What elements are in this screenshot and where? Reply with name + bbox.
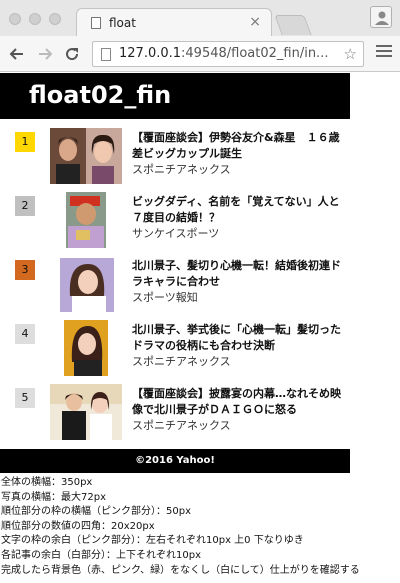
reload-button[interactable] — [61, 43, 83, 65]
tab-close-icon[interactable]: × — [249, 14, 261, 30]
news-headline[interactable]: 北川景子、挙式後に「心機一転」髪切った ドラマの役柄にも合わせ決断 — [132, 322, 352, 354]
news-source: スポニチアネックス — [132, 163, 231, 176]
note-line: 完成したら背景色（赤、ピンク、緑）をなくし（白にして）仕上がりを確認する — [1, 564, 360, 576]
rank-column: 4 — [0, 317, 50, 381]
back-button[interactable] — [6, 43, 28, 65]
browser-tab-strip: float × — [0, 0, 400, 36]
url-text: 127.0.0.1:49548/float02_fin/in... — [119, 46, 334, 61]
news-headline[interactable]: 【覆面座談会】伊勢谷友介&森星 １６歳差ビッグカップル誕生 — [132, 130, 342, 162]
news-source: スポニチアネックス — [132, 419, 231, 432]
note-line: 全体の横幅：350px — [1, 477, 93, 488]
site-title: float02_fin — [29, 81, 172, 109]
rank-badge: 2 — [15, 196, 35, 216]
man-photo-icon — [50, 192, 122, 248]
news-source: サンケイスポーツ — [132, 227, 220, 240]
news-thumbnail[interactable] — [50, 256, 122, 312]
url-path: :49548/float02_fin/in... — [181, 46, 329, 61]
site-header: float02_fin — [0, 73, 350, 119]
note-line: 写真の横幅：最大72px — [1, 491, 106, 503]
note-line: 順位部分の枠の横幅（ピンク部分）：50px — [1, 506, 191, 518]
woman-photo-icon — [50, 320, 122, 376]
profile-button[interactable] — [370, 6, 392, 28]
window-close-button[interactable] — [9, 13, 21, 25]
address-bar[interactable]: 127.0.0.1:49548/float02_fin/in... ☆ — [92, 41, 364, 67]
news-ranking-list: 1 【覆面座談会】伊勢谷友介&森星 １６歳差ビッグカップル誕生 スポニチアネック… — [0, 119, 352, 445]
spec-notes: 全体の横幅：350px 写真の横幅：最大72px 順位部分の枠の横幅（ピンク部分… — [0, 473, 400, 578]
rank-column: 5 — [0, 381, 50, 445]
rank-column: 1 — [0, 125, 50, 189]
news-thumbnail[interactable] — [50, 384, 122, 440]
couple-photo-icon — [50, 384, 122, 440]
new-tab-button[interactable] — [274, 15, 312, 35]
note-line: 文字の枠の余白（ピンク部分）：左右それぞれ10px 上0 下なりゆき — [1, 535, 304, 547]
news-item[interactable]: 4 北川景子、挙式後に「心機一転」髪切った ドラマの役柄にも合わせ決断 スポニチ… — [0, 317, 352, 381]
rank-column: 2 — [0, 189, 50, 253]
page-icon — [101, 48, 111, 61]
couple-photo-icon — [50, 128, 122, 184]
arrow-right-icon — [39, 48, 53, 60]
news-text: ビッグダディ、名前を「覚えてない」人と７度目の結婚！？ サンケイスポーツ — [132, 194, 342, 242]
news-thumbnail[interactable] — [50, 320, 122, 376]
news-text: 【覆面座談会】披露宴の内幕…なれそめ映像で北川景子がＤＡＩＧＯに怒る スポニチア… — [132, 386, 342, 434]
url-host: 127.0.0.1 — [119, 46, 182, 61]
browser-tab[interactable]: float × — [76, 8, 272, 36]
arrow-left-icon — [9, 48, 23, 60]
page-content: float02_fin 1 【覆面座談会】伊勢谷友介&森星 １６歳差ビッグカップ… — [0, 73, 400, 578]
news-item[interactable]: 5 【覆面座談会】披露宴の内幕…なれそめ映像で北川景子がＤＡＩＧＯに怒る スポニ… — [0, 381, 350, 445]
news-source: スポニチアネックス — [132, 355, 231, 368]
site-footer: ©2016 Yahoo! — [0, 449, 350, 473]
news-headline[interactable]: 【覆面座談会】披露宴の内幕…なれそめ映像で北川景子がＤＡＩＧＯに怒る — [132, 386, 342, 418]
news-text: 【覆面座談会】伊勢谷友介&森星 １６歳差ビッグカップル誕生 スポニチアネックス — [132, 130, 342, 178]
bookmark-star-icon[interactable]: ☆ — [344, 45, 357, 63]
news-headline[interactable]: ビッグダディ、名前を「覚えてない」人と７度目の結婚！？ — [132, 194, 342, 226]
news-text: 北川景子、挙式後に「心機一転」髪切った ドラマの役柄にも合わせ決断 スポニチアネ… — [132, 322, 352, 370]
window-zoom-button[interactable] — [49, 13, 61, 25]
news-thumbnail[interactable] — [50, 192, 122, 248]
forward-button[interactable] — [34, 43, 56, 65]
person-icon — [375, 11, 389, 25]
rank-badge: 3 — [15, 260, 35, 280]
rank-badge: 1 — [15, 132, 35, 152]
rank-column: 3 — [0, 253, 50, 317]
note-line: 各記事の余白（白部分）：上下それぞれ10px — [1, 549, 201, 561]
news-text: 北川景子、髪切り心機一転！結婚後初連ドラキャラに合わせ スポーツ報知 — [132, 258, 342, 306]
news-item[interactable]: 1 【覆面座談会】伊勢谷友介&森星 １６歳差ビッグカップル誕生 スポニチアネック… — [0, 125, 350, 189]
browser-menu-button[interactable] — [376, 45, 392, 61]
rank-badge: 4 — [15, 324, 35, 344]
page-icon — [91, 17, 101, 29]
news-headline[interactable]: 北川景子、髪切り心機一転！結婚後初連ドラキャラに合わせ — [132, 258, 342, 290]
window-minimize-button[interactable] — [29, 13, 41, 25]
reload-icon — [66, 48, 79, 61]
news-source: スポーツ報知 — [132, 291, 198, 304]
browser-toolbar: 127.0.0.1:49548/float02_fin/in... ☆ — [0, 36, 400, 72]
news-item[interactable]: 2 ビッグダディ、名前を「覚えてない」人と７度目の結婚！？ サンケイスポーツ — [0, 189, 350, 253]
rank-badge: 5 — [15, 388, 35, 408]
tab-title: float — [109, 16, 136, 30]
woman-photo-icon — [50, 256, 122, 312]
news-item[interactable]: 3 北川景子、髪切り心機一転！結婚後初連ドラキャラに合わせ スポーツ報知 — [0, 253, 350, 317]
note-line: 順位部分の数値の四角：20x20px — [1, 520, 155, 532]
news-thumbnail[interactable] — [50, 128, 122, 184]
